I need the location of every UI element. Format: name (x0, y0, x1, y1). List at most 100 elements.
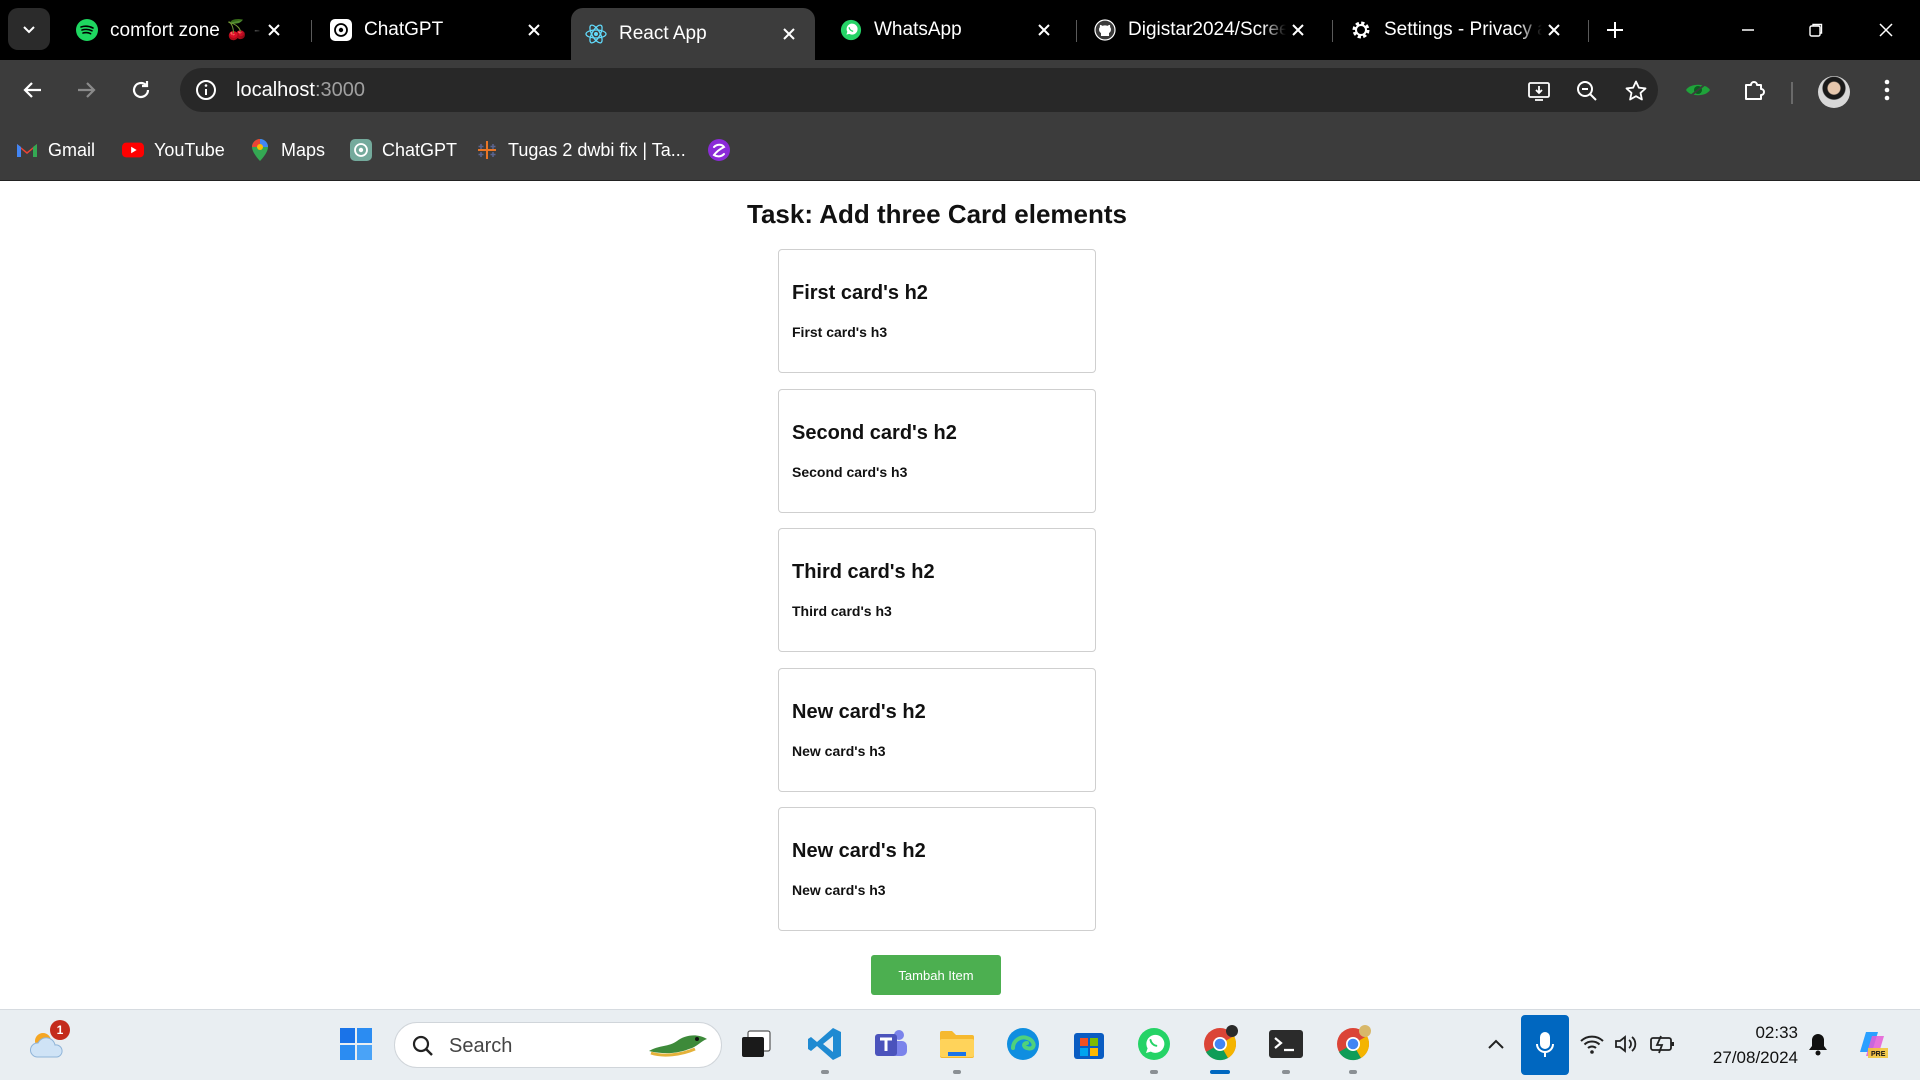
url-text: localhost:3000 (236, 79, 365, 102)
page-content: Task: Add three Card elements First card… (0, 181, 1920, 1009)
tab-react-app[interactable]: React App (571, 8, 815, 60)
bookmark-app[interactable] (708, 136, 740, 164)
copilot-button[interactable]: PRE (1850, 1022, 1894, 1066)
running-indicator (1349, 1070, 1357, 1074)
taskbar-store[interactable] (1067, 1022, 1111, 1066)
react-icon (585, 23, 607, 45)
chrome-icon (1337, 1025, 1371, 1061)
bookmark-youtube[interactable]: YouTube (122, 136, 225, 164)
tab-chatgpt[interactable]: ChatGPT (316, 9, 560, 51)
chatgpt-icon (350, 139, 372, 161)
start-button[interactable] (334, 1022, 378, 1066)
chatgpt-icon (330, 19, 352, 41)
taskbar-edge[interactable] (1001, 1022, 1045, 1066)
bookmark-tugas[interactable]: Tugas 2 dwbi fix | Ta... (476, 136, 686, 164)
extensions-puzzle-icon[interactable] (1738, 74, 1770, 106)
taskbar-chrome[interactable] (1198, 1022, 1242, 1074)
taskbar-search[interactable]: Search (394, 1022, 722, 1068)
bookmark-chatgpt[interactable]: ChatGPT (350, 136, 457, 164)
card-heading: Second card's h2 (792, 422, 957, 444)
tab-separator (1332, 20, 1333, 42)
bookmark-star-icon[interactable] (1623, 78, 1649, 104)
minimize-button[interactable] (1726, 10, 1770, 50)
gmail-icon (16, 139, 38, 161)
youtube-icon (122, 139, 144, 161)
zoom-icon[interactable] (1574, 78, 1600, 104)
arrow-left-icon (23, 82, 41, 98)
maps-icon (249, 139, 271, 161)
folder-icon (940, 1031, 974, 1058)
tab-strip: comfort zone 🍒 - ChatGPT React App Whats… (0, 0, 1920, 60)
profile-avatar[interactable] (1818, 76, 1850, 108)
restore-button[interactable] (1794, 10, 1838, 50)
browser-toolbar: localhost:3000 (0, 60, 1920, 120)
install-app-icon[interactable] (1526, 78, 1552, 104)
taskbar-teams[interactable] (868, 1022, 912, 1066)
show-hidden-icons-button[interactable] (1474, 1022, 1518, 1066)
restore-icon (1809, 23, 1823, 37)
back-button[interactable] (13, 70, 53, 110)
close-icon[interactable] (522, 18, 546, 42)
taskbar-whatsapp[interactable] (1132, 1022, 1176, 1074)
reload-button[interactable] (121, 70, 161, 110)
taskbar-task-view[interactable] (734, 1022, 778, 1066)
address-bar[interactable]: localhost:3000 (180, 68, 1658, 112)
taskbar-terminal[interactable] (1264, 1022, 1308, 1074)
tab-separator (311, 20, 312, 42)
card: Third card's h2 Third card's h3 (778, 528, 1096, 652)
close-icon[interactable] (262, 18, 286, 42)
gear-icon (1350, 19, 1372, 41)
forward-button[interactable] (66, 70, 106, 110)
bookmark-label: ChatGPT (382, 139, 458, 160)
site-info-icon[interactable] (194, 78, 218, 102)
chevron-up-icon (1488, 1039, 1504, 1049)
close-icon[interactable] (1542, 18, 1566, 42)
close-window-button[interactable] (1864, 10, 1908, 50)
search-icon (412, 1035, 433, 1056)
bell-icon (1809, 1034, 1827, 1056)
store-icon (1074, 1033, 1104, 1059)
close-icon[interactable] (777, 22, 801, 46)
tab-title: React App (619, 23, 707, 44)
tab-whatsapp[interactable]: WhatsApp (826, 9, 1070, 51)
system-clock[interactable]: 02:33 27/08/2024 (1713, 1020, 1798, 1070)
page-title: Task: Add three Card elements (747, 199, 1127, 229)
tab-spotify[interactable]: comfort zone 🍒 - (62, 9, 300, 51)
bookmarks-bar: Gmail YouTube Maps ChatGPT Tugas 2 dwbi … (0, 120, 1920, 181)
add-item-button[interactable]: Tambah Item (871, 955, 1001, 995)
tab-settings[interactable]: Settings - Privacy a (1336, 9, 1580, 51)
running-indicator (953, 1070, 961, 1074)
new-tab-button[interactable] (1598, 13, 1632, 47)
tab-github[interactable]: Digistar2024/Scree (1080, 9, 1324, 51)
card: Second card's h2 Second card's h3 (778, 389, 1096, 513)
notifications-button[interactable] (1796, 1022, 1840, 1066)
active-indicator (1210, 1070, 1230, 1074)
taskbar-file-explorer[interactable] (935, 1022, 979, 1074)
taskbar-chrome-profile[interactable] (1331, 1022, 1375, 1074)
taskbar: 1 Search 02:33 27/08/2024 PRE (0, 1009, 1920, 1080)
bookmark-label: YouTube (154, 139, 225, 160)
taskbar-vscode[interactable] (803, 1022, 847, 1074)
microphone-button[interactable] (1521, 1015, 1569, 1075)
close-icon[interactable] (1032, 18, 1056, 42)
bookmark-gmail[interactable]: Gmail (16, 136, 95, 164)
tab-title: ChatGPT (364, 19, 444, 40)
copilot-icon: PRE (1860, 1032, 1888, 1058)
bookmark-maps[interactable]: Maps (249, 136, 325, 164)
url-host: localhost (236, 79, 315, 101)
extension-eye-icon[interactable] (1682, 74, 1714, 106)
menu-kebab-icon[interactable] (1871, 74, 1903, 106)
minimize-icon (1742, 29, 1754, 31)
plus-icon (1607, 22, 1623, 38)
notification-badge: 1 (50, 1020, 70, 1040)
close-icon[interactable] (1286, 18, 1310, 42)
tab-separator (1588, 20, 1589, 42)
whatsapp-icon (1138, 1028, 1170, 1060)
card-heading: First card's h2 (792, 282, 928, 304)
card-subheading: Third card's h3 (792, 603, 892, 619)
card-heading: New card's h2 (792, 840, 926, 862)
tab-title: Digistar2024/Scree (1128, 19, 1286, 40)
battery-status[interactable] (1641, 1022, 1685, 1066)
tab-search-button[interactable] (8, 8, 50, 50)
tab-title: WhatsApp (874, 19, 962, 40)
